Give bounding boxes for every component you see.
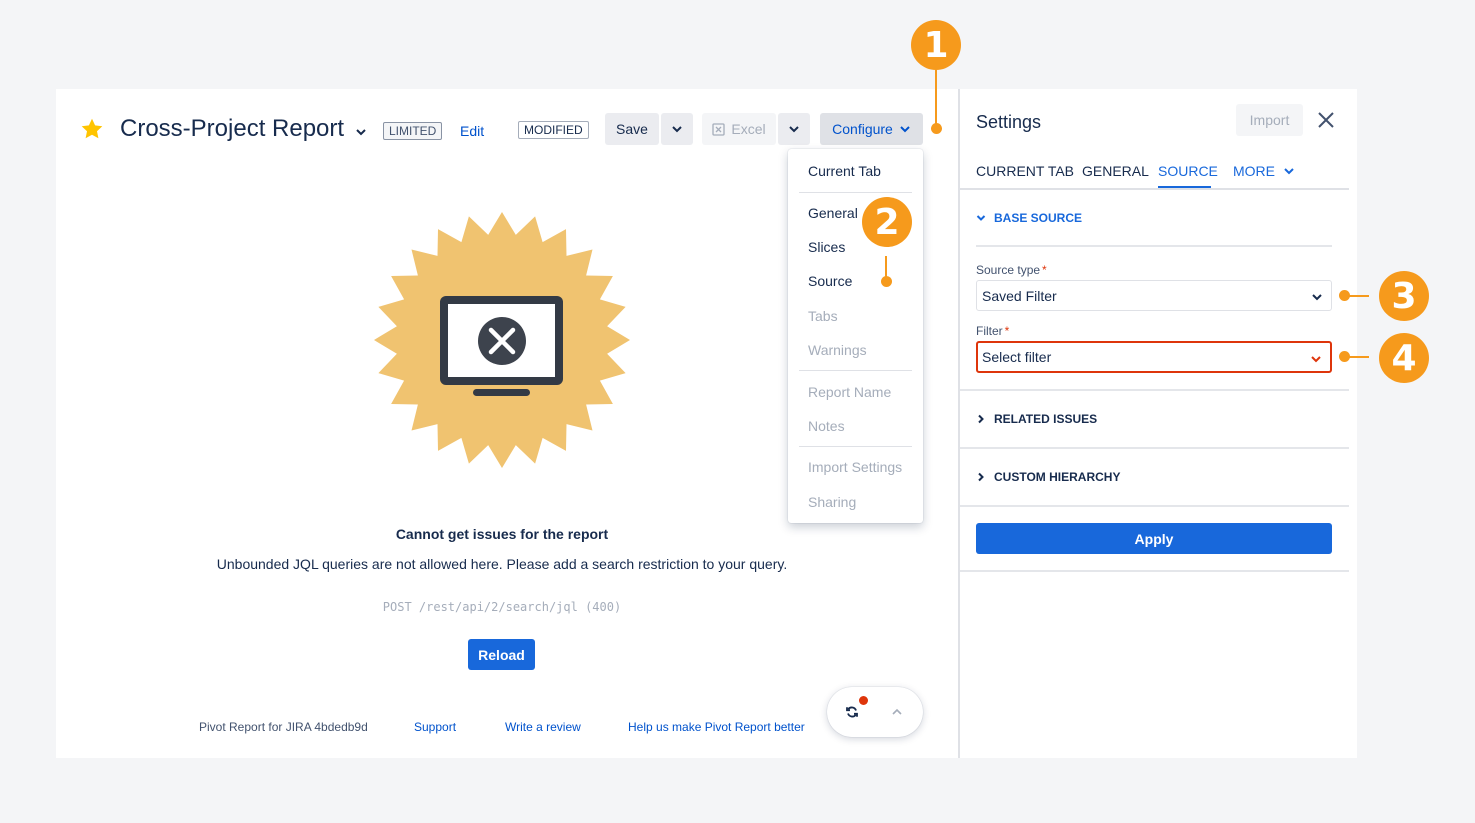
callout-line	[935, 70, 937, 128]
chevron-up-icon[interactable]	[891, 706, 903, 718]
custom-hierarchy-label: CUSTOM HIERARCHY	[994, 470, 1121, 484]
filter-placeholder: Select filter	[982, 349, 1052, 365]
save-dropdown-button[interactable]	[661, 113, 693, 145]
menu-item-general[interactable]: General	[808, 205, 858, 221]
menu-item-notes: Notes	[808, 418, 845, 434]
notification-dot	[859, 696, 868, 705]
chevron-down-icon[interactable]	[354, 125, 368, 139]
error-title: Cannot get issues for the report	[395, 526, 609, 542]
star-icon[interactable]	[80, 117, 104, 141]
chevron-down-icon	[1284, 168, 1294, 175]
settings-panel: Settings Import CURRENT TAB GENERAL SOUR…	[958, 89, 1357, 758]
import-button[interactable]: Import	[1236, 104, 1303, 136]
callout-dot	[1339, 351, 1350, 362]
tab-current-tab[interactable]: CURRENT TAB	[976, 163, 1074, 179]
modified-badge: MODIFIED	[518, 121, 589, 139]
error-illustration	[374, 212, 630, 468]
tab-general[interactable]: GENERAL	[1082, 163, 1149, 179]
excel-icon	[712, 122, 726, 136]
menu-item-source[interactable]: Source	[808, 273, 852, 289]
save-button[interactable]: Save	[605, 113, 659, 145]
write-review-link[interactable]: Write a review	[505, 720, 581, 734]
filter-select[interactable]: Select filter	[976, 341, 1332, 373]
sync-icon[interactable]	[845, 705, 859, 719]
callout-4: 4	[1379, 333, 1429, 383]
base-source-section-header[interactable]: BASE SOURCE	[976, 211, 1082, 225]
report-title: Cross-Project Report	[120, 115, 345, 142]
tab-source[interactable]: SOURCE	[1158, 163, 1218, 179]
excel-dropdown-button[interactable]	[778, 113, 810, 145]
base-source-label: BASE SOURCE	[994, 211, 1083, 225]
settings-title: Settings	[976, 112, 1042, 132]
chevron-down-icon	[672, 126, 682, 133]
source-type-label: Source type *	[976, 263, 1047, 277]
menu-divider	[799, 446, 912, 447]
related-issues-label: RELATED ISSUES	[994, 412, 1098, 426]
active-tab-indicator	[1158, 186, 1211, 188]
filter-label: Filter *	[976, 324, 1010, 338]
excel-label: Excel	[731, 121, 766, 137]
section-divider	[960, 389, 1349, 391]
menu-item-sharing: Sharing	[808, 494, 857, 510]
menu-item-report-name: Report Name	[808, 384, 892, 400]
callout-2: 2	[862, 197, 912, 247]
chevron-down-icon	[976, 215, 986, 221]
edit-link[interactable]: Edit	[460, 123, 484, 139]
report-panel: Cross-Project Report LIMITED Edit MODIFI…	[56, 89, 958, 758]
close-icon[interactable]	[1317, 111, 1335, 129]
configure-button[interactable]: Configure	[820, 113, 923, 145]
menu-item-current-tab[interactable]: Current Tab	[808, 163, 881, 179]
menu-item-slices[interactable]: Slices	[808, 239, 845, 255]
chevron-right-icon	[978, 414, 984, 424]
section-divider	[960, 447, 1349, 449]
excel-button[interactable]: Excel	[702, 113, 776, 145]
related-issues-section-header[interactable]: RELATED ISSUES	[976, 412, 1097, 426]
chevron-down-icon	[900, 126, 910, 133]
callout-dot	[881, 276, 892, 287]
section-divider	[976, 245, 1332, 247]
sync-widget[interactable]	[827, 687, 923, 737]
menu-divider	[799, 370, 912, 371]
error-message: Unbounded JQL queries are not allowed he…	[216, 556, 788, 572]
source-type-value: Saved Filter	[982, 287, 1057, 304]
menu-divider	[799, 192, 912, 193]
chevron-down-icon	[789, 126, 799, 133]
configure-label: Configure	[832, 121, 893, 137]
apply-button[interactable]: Apply	[976, 523, 1332, 554]
support-link[interactable]: Support	[414, 720, 456, 734]
menu-item-warnings: Warnings	[808, 342, 867, 358]
source-type-select[interactable]: Saved Filter	[976, 280, 1332, 311]
footer-brand: Pivot Report for JIRA 4bdedb9d	[199, 720, 368, 734]
help-improve-link[interactable]: Help us make Pivot Report better	[628, 720, 805, 734]
menu-item-import-settings: Import Settings	[808, 459, 903, 475]
menu-item-tabs: Tabs	[808, 308, 838, 324]
tab-more-label: MORE	[1233, 163, 1275, 179]
limited-badge: LIMITED	[383, 122, 443, 140]
chevron-right-icon	[978, 472, 984, 482]
section-divider	[960, 505, 1349, 507]
chevron-down-icon	[1312, 294, 1322, 301]
callout-dot	[931, 123, 942, 134]
custom-hierarchy-section-header[interactable]: CUSTOM HIERARCHY	[976, 470, 1120, 484]
section-divider	[960, 570, 1349, 572]
reload-button[interactable]: Reload	[468, 639, 535, 670]
callout-dot	[1339, 290, 1350, 301]
tab-more[interactable]: MORE	[1233, 163, 1295, 179]
callout-3: 3	[1379, 271, 1429, 321]
settings-tabs: CURRENT TAB GENERAL SOURCE MORE	[960, 161, 1349, 190]
callout-1: 1	[911, 20, 961, 70]
error-code: POST /rest/api/2/search/jql (400)	[382, 600, 622, 614]
chevron-down-icon	[1311, 356, 1321, 363]
